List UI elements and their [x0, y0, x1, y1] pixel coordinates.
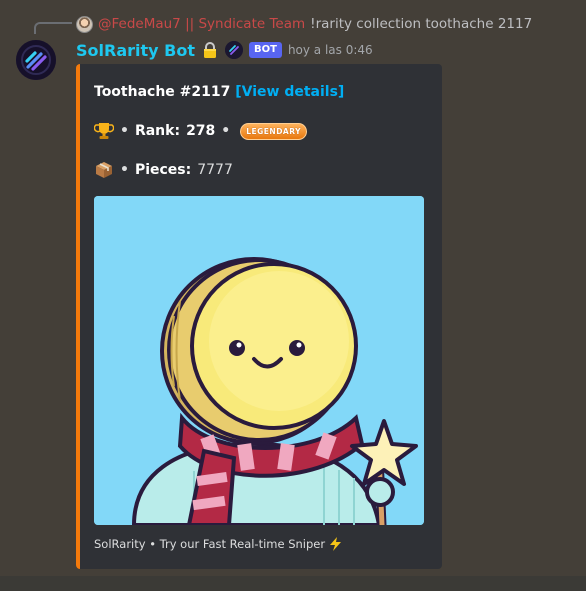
separator-dot: • — [120, 162, 129, 178]
pieces-field: • Pieces: 7777 — [94, 160, 233, 180]
replied-user-avatar[interactable] — [76, 15, 93, 33]
replied-message-text[interactable]: !rarity collection toothache 2117 — [310, 16, 532, 32]
lock-icon — [203, 42, 216, 58]
toothache-character-illustration — [94, 196, 424, 525]
separator-dot: • — [120, 123, 129, 139]
footer-text: SolRarity • Try our Fast Real-time Snipe… — [94, 537, 326, 551]
server-icon[interactable] — [224, 41, 243, 59]
solrarity-logo-icon — [16, 40, 56, 80]
embed-title: Toothache #2117 [View details] — [94, 84, 344, 100]
bot-username[interactable]: SolRarity Bot — [76, 41, 195, 60]
lightning-icon — [330, 537, 342, 551]
replied-username[interactable]: @FedeMau7 || Syndicate Team — [98, 16, 305, 32]
bot-message: @FedeMau7 || Syndicate Team !rarity coll… — [0, 0, 586, 576]
embed-footer: SolRarity • Try our Fast Real-time Snipe… — [94, 537, 342, 551]
trophy-icon — [94, 123, 114, 139]
rank-label: Rank: — [134, 123, 181, 139]
bottom-scroll-area — [0, 576, 586, 591]
pieces-label: Pieces: — [134, 162, 192, 178]
legendary-badge: LEGENDARY — [240, 122, 308, 140]
bot-avatar[interactable] — [16, 40, 56, 80]
reply-reference[interactable]: @FedeMau7 || Syndicate Team !rarity coll… — [76, 14, 532, 34]
pieces-value: 7777 — [197, 162, 233, 178]
rank-value: 278 — [186, 123, 216, 139]
rarity-embed: Toothache #2117 [View details] • Rank: 2… — [76, 64, 442, 569]
nft-name: Toothache #2117 — [94, 84, 231, 100]
message-timestamp[interactable]: hoy a las 0:46 — [288, 43, 373, 57]
bot-badge: BOT — [248, 42, 282, 58]
embed-accent-bar — [76, 64, 80, 569]
package-icon — [96, 162, 112, 178]
nft-image[interactable] — [94, 196, 424, 525]
message-header: SolRarity Bot BOT hoy a las 0:46 — [76, 39, 373, 61]
view-details-link[interactable]: [View details] — [235, 84, 344, 100]
rank-field: • Rank: 278 • LEGENDARY — [94, 121, 308, 141]
reply-connector — [34, 22, 72, 34]
separator-dot: • — [221, 123, 231, 139]
